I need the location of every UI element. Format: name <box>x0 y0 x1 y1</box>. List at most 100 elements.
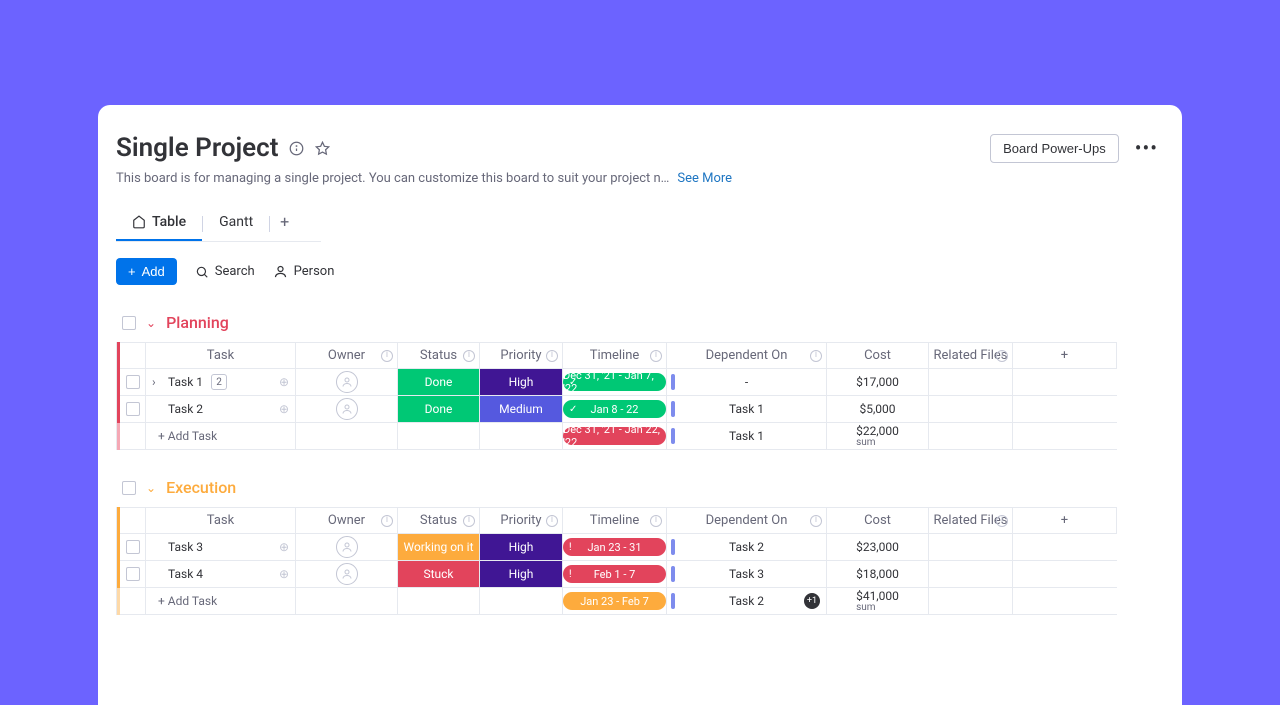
more-icon[interactable]: ••• <box>1129 136 1164 160</box>
info-icon[interactable]: i <box>650 350 662 362</box>
tab-gantt[interactable]: Gantt <box>203 208 269 240</box>
search-button[interactable]: Search <box>195 264 255 279</box>
more-badge[interactable]: +1 <box>804 593 820 609</box>
timeline-cell[interactable]: ✓Jan 8 - 22 <box>563 396 667 423</box>
task-cell[interactable]: Task 4 ⊕ <box>146 561 296 588</box>
row-checkbox[interactable] <box>126 540 140 554</box>
col-status[interactable]: Statusi <box>398 507 480 534</box>
col-cost[interactable]: Cost <box>827 507 929 534</box>
timeline-cell[interactable]: ✓Dec 31, '21 - Jan 7, '22 <box>563 369 667 396</box>
col-files[interactable]: Related Filesi <box>929 507 1013 534</box>
col-cost[interactable]: Cost <box>827 342 929 369</box>
info-icon[interactable]: i <box>381 515 393 527</box>
priority-cell[interactable]: High <box>480 369 563 396</box>
info-icon[interactable]: i <box>996 515 1008 527</box>
add-subitem-icon[interactable]: ⊕ <box>279 567 289 581</box>
add-subitem-icon[interactable]: ⊕ <box>279 402 289 416</box>
cost-cell[interactable]: $5,000 <box>827 396 929 423</box>
see-more-link[interactable]: See More <box>677 171 732 186</box>
col-priority[interactable]: Priorityi <box>480 342 563 369</box>
add-button[interactable]: + Add <box>116 258 177 285</box>
priority-cell[interactable]: Medium <box>480 396 563 423</box>
avatar-icon <box>336 371 358 393</box>
files-cell[interactable] <box>929 561 1013 588</box>
info-icon[interactable]: i <box>463 515 475 527</box>
status-cell[interactable]: Done <box>398 369 480 396</box>
row-checkbox[interactable] <box>126 567 140 581</box>
timeline-cell[interactable]: !Jan 23 - 31 <box>563 534 667 561</box>
files-cell[interactable] <box>929 534 1013 561</box>
task-cell[interactable]: › Task 1 2 ⊕ <box>146 369 296 396</box>
plus-icon: + <box>128 264 136 279</box>
row-checkbox[interactable] <box>126 375 140 389</box>
dependent-cell[interactable]: Task 1 <box>667 396 827 423</box>
timeline-summary: Jan 23 - Feb 7 <box>563 588 667 615</box>
owner-cell[interactable] <box>296 369 398 396</box>
add-task-button[interactable]: + Add Task <box>146 588 296 615</box>
files-cell[interactable] <box>929 396 1013 423</box>
info-icon[interactable] <box>288 140 304 156</box>
col-status[interactable]: Statusi <box>398 342 480 369</box>
cost-cell[interactable]: $23,000 <box>827 534 929 561</box>
group-checkbox[interactable] <box>122 316 136 330</box>
person-filter-button[interactable]: Person <box>273 264 335 279</box>
group-checkbox[interactable] <box>122 481 136 495</box>
status-cell[interactable]: Done <box>398 396 480 423</box>
info-icon[interactable]: i <box>463 350 475 362</box>
cost-summary: $22,000sum <box>827 423 929 450</box>
task-cell[interactable]: Task 2 ⊕ <box>146 396 296 423</box>
task-cell[interactable]: Task 3 ⊕ <box>146 534 296 561</box>
col-owner[interactable]: Owneri <box>296 342 398 369</box>
cost-cell[interactable]: $18,000 <box>827 561 929 588</box>
chevron-right-icon[interactable]: › <box>152 375 156 389</box>
col-owner[interactable]: Owneri <box>296 507 398 534</box>
info-icon[interactable]: i <box>996 350 1008 362</box>
cost-cell[interactable]: $17,000 <box>827 369 929 396</box>
col-timeline[interactable]: Timelinei <box>563 342 667 369</box>
priority-cell[interactable]: High <box>480 534 563 561</box>
info-icon[interactable]: i <box>546 350 558 362</box>
timeline-summary: Dec 31, '21 - Jan 22, '22 <box>563 423 667 450</box>
add-column-button[interactable]: + <box>1013 342 1117 369</box>
add-subitem-icon[interactable]: ⊕ <box>279 540 289 554</box>
row-checkbox[interactable] <box>126 402 140 416</box>
info-icon[interactable]: i <box>810 515 822 527</box>
files-cell[interactable] <box>929 369 1013 396</box>
col-dependent[interactable]: Dependent Oni <box>667 507 827 534</box>
star-icon[interactable] <box>314 140 330 156</box>
info-icon[interactable]: i <box>810 350 822 362</box>
group-title[interactable]: Planning <box>166 313 229 332</box>
add-column-button[interactable]: + <box>1013 507 1117 534</box>
tab-table[interactable]: Table <box>116 208 202 240</box>
info-icon[interactable]: i <box>381 350 393 362</box>
owner-cell[interactable] <box>296 561 398 588</box>
owner-cell[interactable] <box>296 534 398 561</box>
priority-cell[interactable]: High <box>480 561 563 588</box>
col-timeline[interactable]: Timelinei <box>563 507 667 534</box>
col-task[interactable]: Task <box>146 342 296 369</box>
col-task[interactable]: Task <box>146 507 296 534</box>
owner-cell[interactable] <box>296 396 398 423</box>
status-cell[interactable]: Stuck <box>398 561 480 588</box>
add-task-button[interactable]: + Add Task <box>146 423 296 450</box>
dependent-cell[interactable]: - <box>667 369 827 396</box>
avatar-icon <box>336 398 358 420</box>
chevron-down-icon[interactable]: ⌄ <box>146 481 156 495</box>
board-power-ups-button[interactable]: Board Power-Ups <box>990 134 1119 163</box>
timeline-cell[interactable]: !Feb 1 - 7 <box>563 561 667 588</box>
chevron-down-icon[interactable]: ⌄ <box>146 316 156 330</box>
group-title[interactable]: Execution <box>166 478 236 497</box>
dependent-cell[interactable]: Task 3 <box>667 561 827 588</box>
add-subitem-icon[interactable]: ⊕ <box>279 375 289 389</box>
add-tab-button[interactable]: + <box>270 206 299 241</box>
col-files[interactable]: Related Filesi <box>929 342 1013 369</box>
col-priority[interactable]: Priorityi <box>480 507 563 534</box>
dependent-cell[interactable]: Task 2 <box>667 534 827 561</box>
avatar-icon <box>336 536 358 558</box>
cost-summary: $41,000sum <box>827 588 929 615</box>
col-dependent[interactable]: Dependent Oni <box>667 342 827 369</box>
status-cell[interactable]: Working on it <box>398 534 480 561</box>
info-icon[interactable]: i <box>546 515 558 527</box>
subitem-count: 2 <box>211 374 227 390</box>
info-icon[interactable]: i <box>650 515 662 527</box>
